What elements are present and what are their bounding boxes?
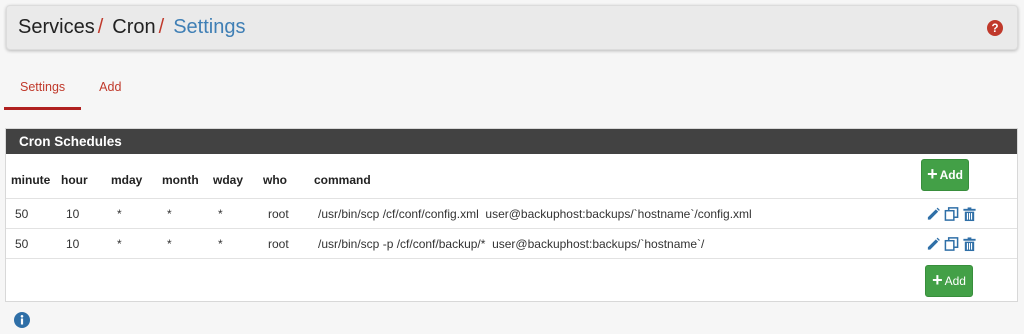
cell-command: /usr/bin/scp /cf/conf/config.xml user@ba… — [318, 206, 752, 221]
pencil-icon[interactable] — [926, 236, 941, 252]
tab-settings[interactable]: Settings — [4, 76, 82, 110]
trash-icon[interactable] — [962, 206, 977, 222]
cell-month: * — [167, 206, 172, 221]
cell-who: root — [268, 206, 289, 221]
breadcrumb-item-services[interactable]: Services — [18, 16, 95, 39]
add-button-top[interactable]: + Add — [921, 159, 969, 191]
breadcrumb: Services / Cron / Settings ? — [6, 5, 1018, 50]
column-header-wday: wday — [213, 173, 244, 188]
cell-wday: * — [218, 236, 223, 251]
breadcrumb-current[interactable]: Settings — [173, 16, 245, 39]
cell-command: /usr/bin/scp -p /cf/conf/backup/* user@b… — [318, 236, 705, 251]
cell-hour: 10 — [66, 236, 80, 251]
cron-schedules-panel: Cron Schedules minute hour mday month wd… — [5, 128, 1018, 302]
panel-title: Cron Schedules — [6, 129, 1017, 154]
column-header-who: who — [263, 173, 287, 188]
copy-icon[interactable] — [944, 206, 959, 222]
tab-bar: Settings Add — [4, 76, 137, 110]
breadcrumb-separator: / — [97, 16, 104, 38]
cell-minute: 50 — [15, 236, 29, 251]
column-header-month: month — [162, 173, 199, 188]
cell-mday: * — [117, 206, 122, 221]
pencil-icon[interactable] — [926, 206, 941, 222]
add-button-label: Add — [944, 274, 966, 288]
row-actions — [926, 206, 977, 222]
cell-wday: * — [218, 206, 223, 221]
copy-icon[interactable] — [944, 236, 959, 252]
column-header-command: command — [314, 173, 371, 188]
info-icon[interactable] — [14, 312, 30, 328]
table-footer: + Add — [6, 258, 1017, 302]
column-header-hour: hour — [61, 173, 88, 188]
help-icon[interactable]: ? — [987, 20, 1003, 36]
add-button-bottom[interactable]: + Add — [925, 265, 973, 297]
column-header-minute: minute — [11, 173, 51, 188]
cell-mday: * — [117, 236, 122, 251]
svg-text:?: ? — [991, 23, 998, 35]
plus-icon: + — [932, 270, 943, 290]
trash-icon[interactable] — [962, 236, 977, 252]
table-row: 50 10 * * * root /usr/bin/scp /cf/conf/c… — [6, 198, 1017, 228]
breadcrumb-item-cron[interactable]: Cron — [112, 16, 155, 39]
table-header: minute hour mday month wday who command … — [6, 156, 1017, 198]
cell-minute: 50 — [15, 206, 29, 221]
breadcrumb-separator: / — [158, 16, 165, 38]
row-actions — [926, 236, 977, 252]
cell-hour: 10 — [66, 206, 80, 221]
table-row: 50 10 * * * root /usr/bin/scp -p /cf/con… — [6, 228, 1017, 258]
add-button-label: Add — [939, 168, 963, 182]
column-header-mday: mday — [111, 173, 143, 188]
plus-icon: + — [927, 164, 938, 184]
tab-add[interactable]: Add — [83, 76, 137, 110]
cell-who: root — [268, 236, 289, 251]
cell-month: * — [167, 236, 172, 251]
